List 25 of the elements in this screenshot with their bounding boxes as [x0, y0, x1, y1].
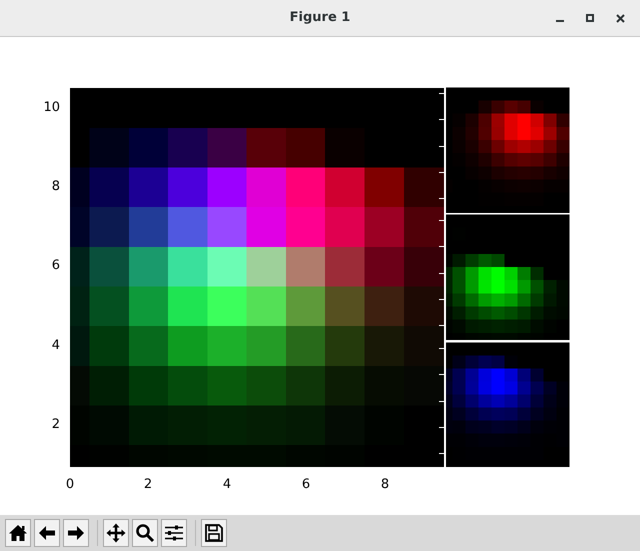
tick-label: 6: [50, 258, 60, 274]
move-arrows-icon: [106, 523, 126, 543]
tick-label: 2: [142, 477, 154, 493]
floppy-disk-button[interactable]: [201, 519, 227, 547]
left-arrow-button[interactable]: [34, 519, 60, 547]
tick-label: 2: [50, 417, 60, 433]
tick-label: 8: [50, 179, 60, 195]
sliders-icon: [164, 523, 184, 543]
tick-label: 10: [42, 100, 60, 116]
maximize-icon[interactable]: [586, 14, 594, 22]
close-icon[interactable]: [616, 14, 625, 22]
move-arrows-button[interactable]: [103, 519, 129, 547]
right-arrow-icon: [66, 523, 86, 543]
search-icon: [135, 523, 155, 543]
right-arrow-button[interactable]: [63, 519, 89, 547]
tick-label: 0: [64, 477, 76, 493]
tick-label: 8: [380, 477, 390, 493]
sliders-button[interactable]: [161, 519, 187, 547]
home-button[interactable]: [5, 519, 31, 547]
tick-label: 4: [222, 477, 232, 493]
tick-label: 4: [50, 338, 60, 354]
search-button[interactable]: [132, 519, 158, 547]
window-title: Figure 1: [288, 9, 352, 28]
tick-label: 6: [300, 477, 312, 493]
home-icon: [8, 523, 28, 543]
